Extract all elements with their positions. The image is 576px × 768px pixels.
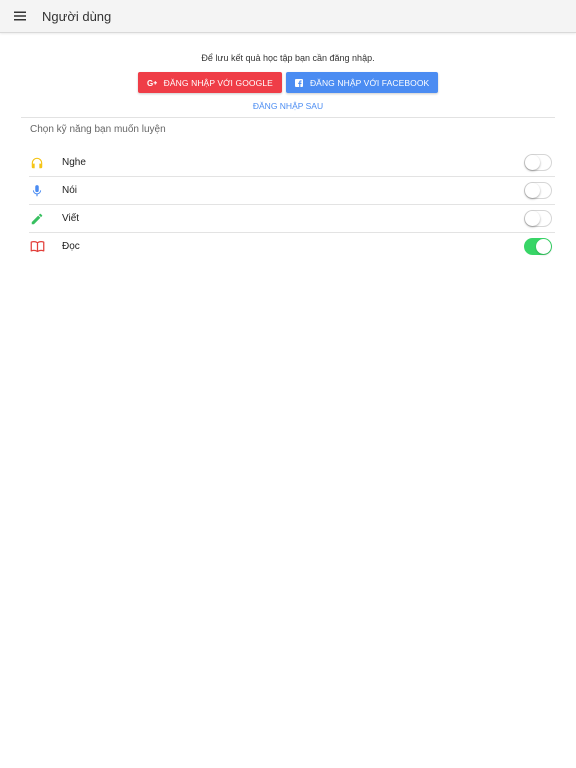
page-title: Người dùng (42, 8, 112, 24)
menu-icon (14, 11, 26, 21)
google-login-button[interactable]: G ĐĂNG NHẬP VỚI GOOGLE (137, 72, 282, 93)
skill-row-listening: Nghe (29, 149, 555, 177)
facebook-login-label: ĐĂNG NHẬP VỚI FACEBOOK (309, 77, 430, 88)
pencil-icon (29, 211, 45, 227)
headphones-icon (29, 155, 45, 171)
login-message: Để lưu kết quả học tập bạn cần đăng nhập… (201, 53, 375, 63)
book-icon (29, 239, 45, 255)
skill-toggle-speaking[interactable] (524, 182, 552, 199)
skill-row-speaking: Nói (29, 177, 555, 205)
skill-label: Nói (62, 185, 78, 196)
login-later-link[interactable]: ĐĂNG NHẬP SAU (21, 101, 555, 111)
divider (21, 117, 555, 118)
app-bar: Người dùng (0, 0, 576, 33)
svg-text:G: G (147, 79, 153, 87)
skill-toggle-writing[interactable] (524, 210, 552, 227)
google-login-label: ĐĂNG NHẬP VỚI GOOGLE (163, 77, 273, 88)
skill-label: Nghe (62, 157, 86, 168)
skill-row-writing: Viết (29, 205, 555, 233)
skill-label: Viết (62, 213, 80, 224)
google-plus-icon: G (147, 79, 157, 87)
menu-button[interactable] (2, 0, 38, 32)
login-buttons: G ĐĂNG NHẬP VỚI GOOGLE ĐĂNG NHẬP VỚI FAC… (21, 72, 555, 93)
facebook-login-button[interactable]: ĐĂNG NHẬP VỚI FACEBOOK (285, 72, 439, 93)
microphone-icon (29, 183, 45, 199)
skill-toggle-listening[interactable] (524, 154, 552, 171)
skill-list: Nghe Nói Viết Đọc (21, 149, 555, 260)
skill-label: Đọc (62, 241, 80, 252)
skill-row-reading: Đọc (29, 233, 555, 260)
main-content: Để lưu kết quả học tập bạn cần đăng nhập… (0, 53, 576, 260)
skills-section-label: Chọn kỹ năng bạn muốn luyện (30, 124, 166, 135)
skill-toggle-reading[interactable] (524, 238, 552, 255)
facebook-icon (294, 78, 303, 87)
